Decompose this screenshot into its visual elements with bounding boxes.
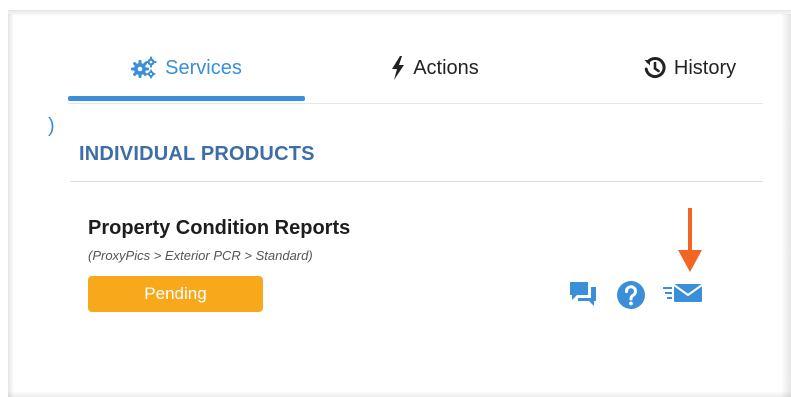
section-title: INDIVIDUAL PRODUCTS xyxy=(79,143,315,165)
product-path: (ProxyPics > Exterior PCR > Standard) xyxy=(88,248,313,263)
send-mail-icon[interactable] xyxy=(662,282,704,304)
tabs-divider xyxy=(68,103,763,104)
stray-glyph: ) xyxy=(48,115,55,137)
tab-history-label: History xyxy=(673,56,737,79)
tab-services-label: Services xyxy=(165,56,242,79)
status-label: Pending xyxy=(144,284,207,303)
panel-shadow-right xyxy=(781,14,791,397)
status-badge: Pending xyxy=(88,276,263,312)
gears-icon xyxy=(131,56,157,80)
active-tab-indicator xyxy=(68,96,305,101)
chat-icon[interactable] xyxy=(568,280,598,308)
help-icon[interactable] xyxy=(616,280,646,310)
product-title: Property Condition Reports xyxy=(88,217,351,239)
panel-shadow-left xyxy=(8,14,14,397)
tab-history[interactable]: History xyxy=(610,48,770,88)
bolt-icon xyxy=(391,56,405,80)
panel-shadow-top xyxy=(8,10,791,16)
arrow-down-icon xyxy=(676,208,704,274)
panel: Services Actions History ) INDIVIDUAL PR… xyxy=(0,0,791,397)
history-icon xyxy=(644,57,666,79)
tab-actions[interactable]: Actions xyxy=(340,48,530,88)
tab-actions-label: Actions xyxy=(413,56,479,79)
tab-services[interactable]: Services xyxy=(68,48,305,88)
section-divider xyxy=(70,181,763,182)
panel-shadow-bottom xyxy=(8,391,791,397)
